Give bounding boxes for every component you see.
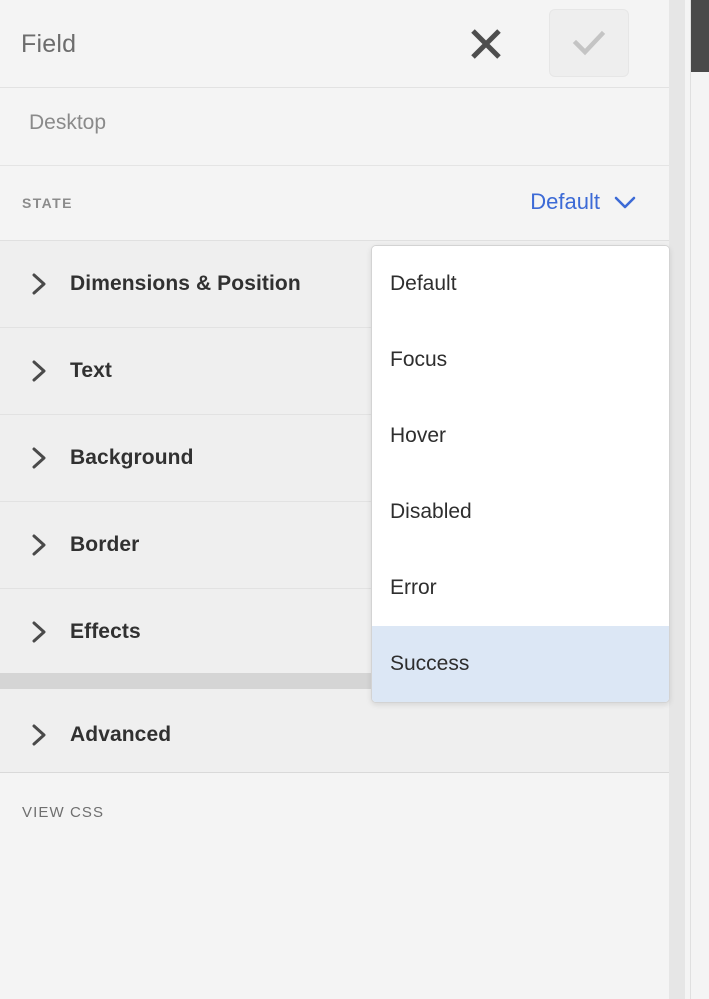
section-label: Advanced bbox=[70, 723, 172, 746]
dropdown-option-focus[interactable]: Focus bbox=[372, 322, 669, 398]
state-selected-value: Default bbox=[530, 189, 600, 214]
dropdown-option-label: Hover bbox=[390, 424, 447, 447]
dropdown-option-disabled[interactable]: Disabled bbox=[372, 474, 669, 550]
dropdown-option-label: Error bbox=[390, 576, 437, 599]
confirm-button[interactable] bbox=[549, 9, 629, 77]
breakpoint-row[interactable]: Desktop bbox=[0, 88, 670, 166]
close-button[interactable] bbox=[462, 20, 510, 68]
dropdown-option-label: Success bbox=[390, 652, 470, 675]
section-label: Border bbox=[70, 533, 140, 556]
dropdown-option-label: Disabled bbox=[390, 500, 472, 523]
chevron-right-icon bbox=[27, 358, 51, 384]
chevron-right-icon bbox=[27, 532, 51, 558]
style-panel-screen: Field Desktop STATE Default Dimensions &… bbox=[0, 0, 709, 999]
section-advanced[interactable]: Advanced bbox=[0, 692, 670, 772]
panel-header: Field bbox=[0, 0, 670, 88]
dropdown-option-error[interactable]: Error bbox=[372, 550, 669, 626]
dropdown-option-default[interactable]: Default bbox=[372, 246, 669, 322]
view-css-link[interactable]: VIEW CSS bbox=[22, 803, 104, 823]
chevron-right-icon bbox=[27, 271, 51, 297]
state-label: STATE bbox=[22, 195, 73, 211]
panel-footer: VIEW CSS bbox=[0, 772, 670, 999]
section-label: Dimensions & Position bbox=[70, 272, 301, 295]
chevron-right-icon bbox=[27, 722, 51, 748]
chevron-right-icon bbox=[27, 619, 51, 645]
state-dropdown-trigger[interactable]: Default bbox=[530, 187, 637, 217]
close-x-icon bbox=[469, 27, 503, 61]
section-label: Effects bbox=[70, 620, 141, 643]
dropdown-option-success[interactable]: Success bbox=[372, 626, 669, 702]
inner-vertical-scrollbar[interactable] bbox=[669, 0, 685, 999]
section-label: Text bbox=[70, 359, 113, 382]
check-icon bbox=[572, 29, 606, 57]
outer-vertical-scrollbar-track[interactable] bbox=[690, 0, 709, 999]
section-label: Background bbox=[70, 446, 194, 469]
dropdown-option-label: Focus bbox=[390, 348, 448, 371]
chevron-right-icon bbox=[27, 445, 51, 471]
state-dropdown-menu: Default Focus Hover Disabled Error Succe… bbox=[371, 245, 670, 703]
chevron-down-icon bbox=[613, 194, 637, 210]
dropdown-option-hover[interactable]: Hover bbox=[372, 398, 669, 474]
dropdown-option-label: Default bbox=[390, 272, 457, 295]
outer-vertical-scrollbar-thumb[interactable] bbox=[691, 0, 709, 72]
page-title: Field bbox=[21, 30, 77, 58]
state-row: STATE Default bbox=[0, 166, 670, 241]
breakpoint-label: Desktop bbox=[29, 111, 107, 134]
